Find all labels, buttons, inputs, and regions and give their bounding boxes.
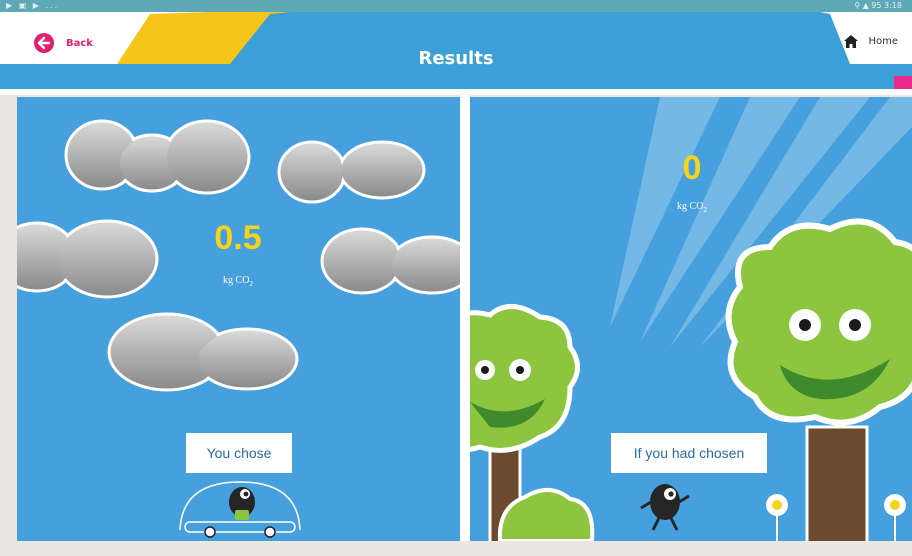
emission-unit: kg CO2 xyxy=(223,275,253,288)
status-bar: ▶ ▣ ▶ ... ⚲ ▲ 95 3:18 xyxy=(0,0,912,12)
page-title: Results xyxy=(418,48,494,69)
alternative-emission-unit: kg CO2 xyxy=(677,201,707,214)
house-icon xyxy=(844,35,859,48)
car-character xyxy=(179,481,301,538)
back-label: Back xyxy=(66,37,93,49)
pink-accent-shape xyxy=(894,76,912,90)
status-left-icons: ▶ ▣ ▶ ... xyxy=(6,1,60,10)
status-right-info: ⚲ ▲ 95 3:18 xyxy=(854,1,902,10)
panel-divider xyxy=(460,95,470,541)
home-button[interactable]: Home xyxy=(844,35,898,48)
flower xyxy=(884,494,906,541)
footer-bar xyxy=(0,541,912,556)
if-you-had-chosen-label: If you had chosen xyxy=(611,433,767,473)
big-tree xyxy=(725,218,912,541)
header: Back Results Home xyxy=(0,12,912,90)
flower xyxy=(766,494,788,541)
cloud-scene xyxy=(17,119,460,538)
you-chose-label: You chose xyxy=(186,433,292,473)
header-separator xyxy=(0,89,912,95)
emission-value: 0.5 xyxy=(214,219,262,257)
result-panel-alternative: 0 kg CO2 If you had chosen xyxy=(470,97,912,541)
alternative-emission-value: 0 xyxy=(682,149,702,187)
home-label: Home xyxy=(868,36,898,47)
walking-character xyxy=(640,484,690,531)
result-panel-actual: 0.5 kg CO2 You chose xyxy=(17,97,460,541)
